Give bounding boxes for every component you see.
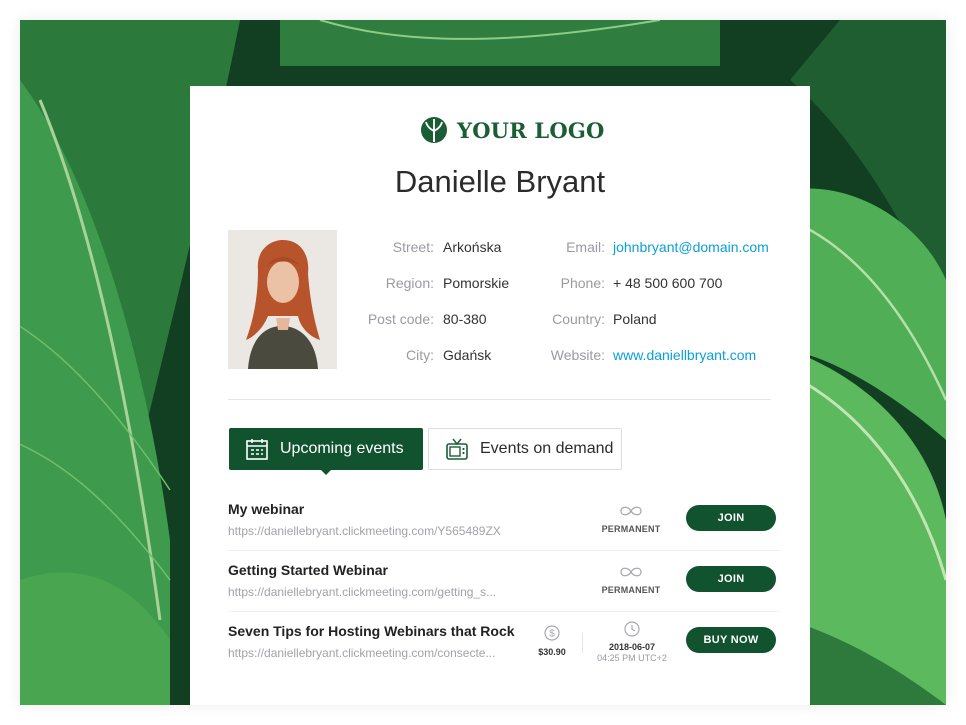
event-divider bbox=[228, 550, 780, 551]
phone-label: Phone: bbox=[560, 275, 605, 291]
tab-on-demand-label: Events on demand bbox=[480, 440, 614, 457]
event-url[interactable]: https://daniellebryant.clickmeeting.com/… bbox=[228, 585, 496, 599]
infinity-icon bbox=[620, 567, 642, 577]
post-code-label: Post code: bbox=[367, 311, 434, 327]
post-code-value: 80-380 bbox=[443, 311, 487, 327]
join-button[interactable]: JOIN bbox=[686, 566, 776, 592]
street-label: Street: bbox=[392, 239, 434, 255]
city-label: City: bbox=[406, 347, 434, 363]
tab-events-on-demand[interactable]: Events on demand bbox=[428, 428, 622, 470]
permanent-badge: PERMANENT bbox=[601, 505, 661, 534]
price-value: $30.90 bbox=[538, 647, 566, 657]
logo-text: YOUR LOGO bbox=[457, 117, 605, 143]
permanent-label: PERMANENT bbox=[601, 585, 661, 595]
event-row: Seven Tips for Hosting Webinars that Roc… bbox=[228, 613, 780, 669]
infinity-icon bbox=[620, 506, 642, 516]
permanent-badge: PERMANENT bbox=[601, 566, 661, 595]
city-value: Gdańsk bbox=[443, 347, 492, 363]
clock-icon bbox=[624, 621, 640, 637]
event-title[interactable]: My webinar bbox=[228, 501, 304, 517]
event-title[interactable]: Seven Tips for Hosting Webinars that Roc… bbox=[228, 623, 515, 639]
event-title[interactable]: Getting Started Webinar bbox=[228, 562, 388, 578]
calendar-icon bbox=[246, 439, 268, 460]
dollar-icon: $ bbox=[544, 625, 560, 641]
profile-photo bbox=[228, 230, 337, 369]
event-row: My webinar https://daniellebryant.clickm… bbox=[228, 491, 780, 547]
region-value: Pomorskie bbox=[443, 275, 510, 291]
street-value: Arkońska bbox=[443, 239, 502, 255]
email-label: Email: bbox=[566, 239, 605, 255]
date-badge: 2018-06-07 04:25 PM UTC+2 bbox=[588, 621, 676, 663]
section-divider bbox=[228, 399, 771, 400]
tab-upcoming-label: Upcoming events bbox=[280, 440, 404, 457]
country-label: Country: bbox=[552, 311, 605, 327]
event-url[interactable]: https://daniellebryant.clickmeeting.com/… bbox=[228, 524, 501, 538]
region-label: Region: bbox=[385, 275, 434, 291]
join-button[interactable]: JOIN bbox=[686, 505, 776, 531]
event-time: 04:25 PM UTC+2 bbox=[597, 653, 667, 663]
event-row: Getting Started Webinar https://danielle… bbox=[228, 552, 780, 608]
event-date: 2018-06-07 bbox=[608, 642, 656, 652]
phone-value: + 48 500 600 700 bbox=[613, 275, 723, 291]
svg-text:$: $ bbox=[549, 629, 555, 640]
website-label: Website: bbox=[550, 347, 605, 363]
active-tab-pointer bbox=[321, 470, 331, 475]
email-link[interactable]: johnbryant@domain.com bbox=[613, 239, 769, 255]
country-value: Poland bbox=[613, 311, 657, 327]
tab-upcoming-events[interactable]: Upcoming events bbox=[229, 428, 423, 470]
permanent-label: PERMANENT bbox=[601, 524, 661, 534]
price-badge: $ $30.90 bbox=[530, 625, 574, 657]
vertical-divider bbox=[582, 633, 583, 653]
profile-name: Danielle Bryant bbox=[394, 164, 606, 199]
tree-icon bbox=[421, 117, 447, 143]
profile-card: YOUR LOGO Danielle Bryant Street: Arkońs… bbox=[190, 86, 810, 705]
tv-icon bbox=[446, 438, 468, 460]
brand-logo: YOUR LOGO bbox=[420, 116, 604, 144]
event-url[interactable]: https://daniellebryant.clickmeeting.com/… bbox=[228, 646, 495, 660]
website-link[interactable]: www.daniellbryant.com bbox=[613, 347, 756, 363]
background-frame: YOUR LOGO Danielle Bryant Street: Arkońs… bbox=[20, 20, 946, 705]
event-divider bbox=[228, 611, 780, 612]
buy-now-button[interactable]: BUY NOW bbox=[686, 627, 776, 653]
